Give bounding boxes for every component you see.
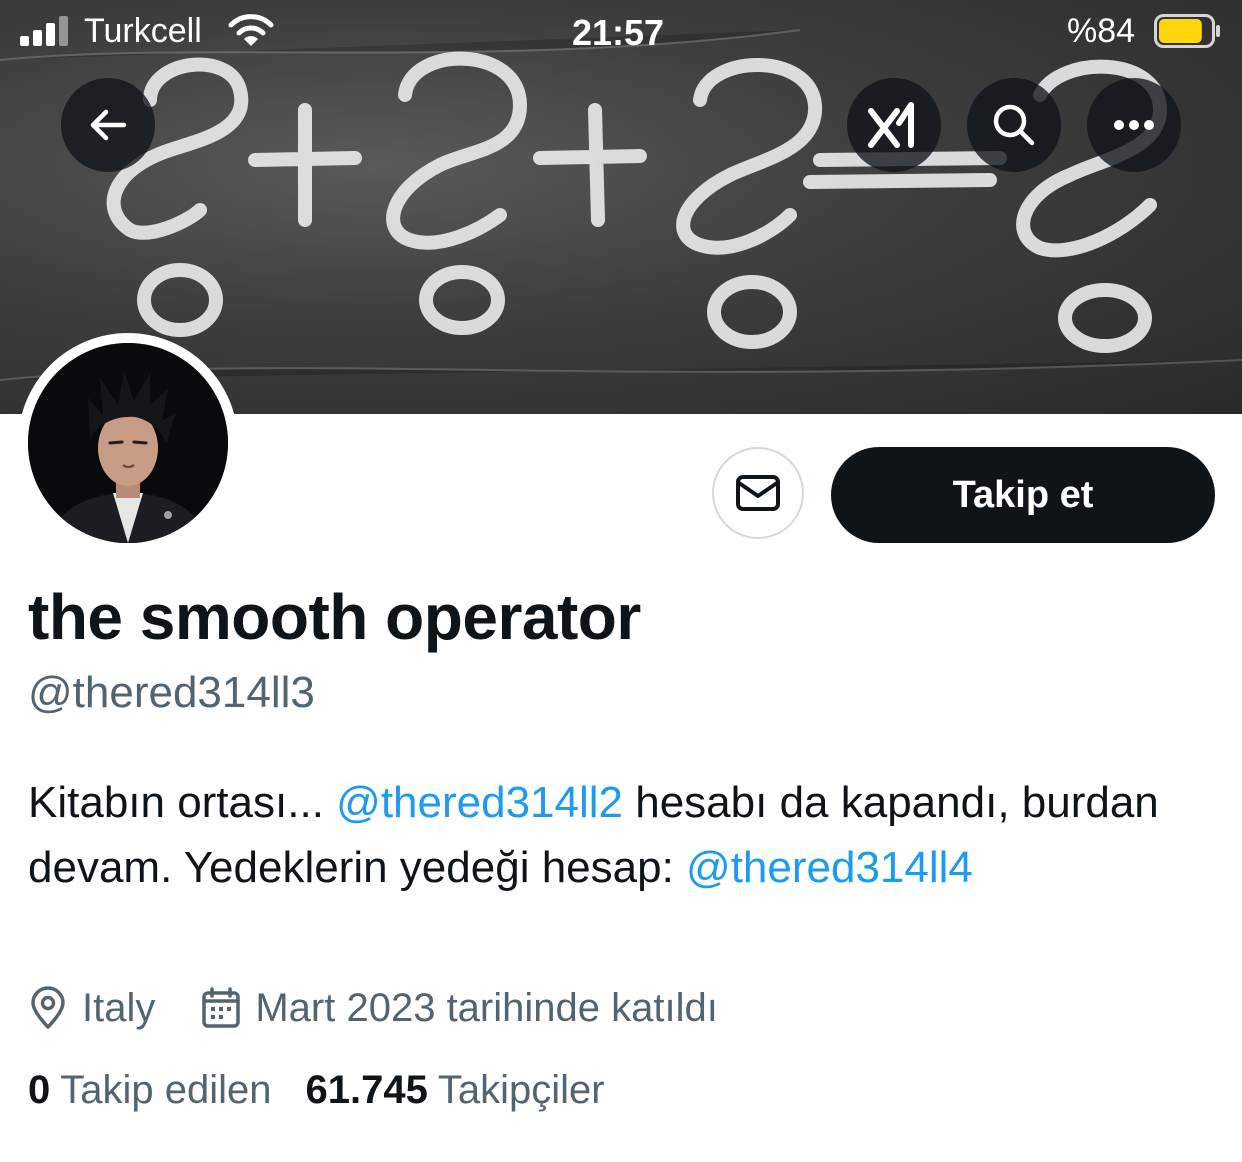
battery-percentage: %84 [1067,12,1136,50]
bio-text: Kitabın ortası... [28,778,337,827]
following-count: 0 [28,1068,51,1112]
user-handle: @thered314ll3 [28,668,315,717]
followers-label: Takipçiler [437,1068,605,1112]
cellular-signal-icon [20,16,68,46]
bio-mention-link[interactable]: @thered314ll4 [686,843,973,892]
message-button[interactable] [712,447,804,539]
join-date-text: Mart 2023 tarihinde katıldı [255,985,718,1030]
search-button[interactable] [967,78,1061,172]
more-options-button[interactable] [1087,78,1181,172]
profile-meta: Italy Mart 2023 tarihinde katıldı [28,980,718,1036]
location-pin-icon [31,986,65,1029]
follow-button[interactable]: Takip et [831,447,1215,543]
envelope-icon [736,475,780,511]
join-date: Mart 2023 tarihinde katıldı [201,985,718,1031]
battery-icon [1154,14,1220,48]
wifi-icon [228,14,274,46]
location-text: Italy [82,985,156,1030]
location: Italy [28,986,155,1031]
carrier-name: Turkcell [84,12,202,50]
bio-mention-link[interactable]: @thered314ll2 [336,778,623,827]
grok-icon [868,102,914,148]
arrow-left-icon [90,109,127,141]
followers-count: 61.745 [305,1068,428,1112]
grok-button[interactable] [847,78,941,172]
display-name: the smooth operator [28,581,641,653]
follow-stats: 0 Takip edilen 61.745 Takipçiler [28,1068,605,1113]
search-icon [993,104,1035,146]
avatar[interactable] [18,333,238,553]
profile-bio: Kitabın ortası... @thered314ll2 hesabı d… [28,770,1208,900]
following-label: Takip edilen [60,1068,272,1112]
followers-stat[interactable]: 61.745 Takipçiler [306,1068,605,1113]
clock-time: 21:57 [572,12,665,53]
more-horizontal-icon [1114,120,1154,130]
following-stat[interactable]: 0 Takip edilen [28,1068,272,1113]
status-bar: Turkcell 21:57 %84 [0,0,1242,64]
back-button[interactable] [61,78,155,172]
calendar-icon [202,987,241,1028]
avatar-image [28,343,228,543]
